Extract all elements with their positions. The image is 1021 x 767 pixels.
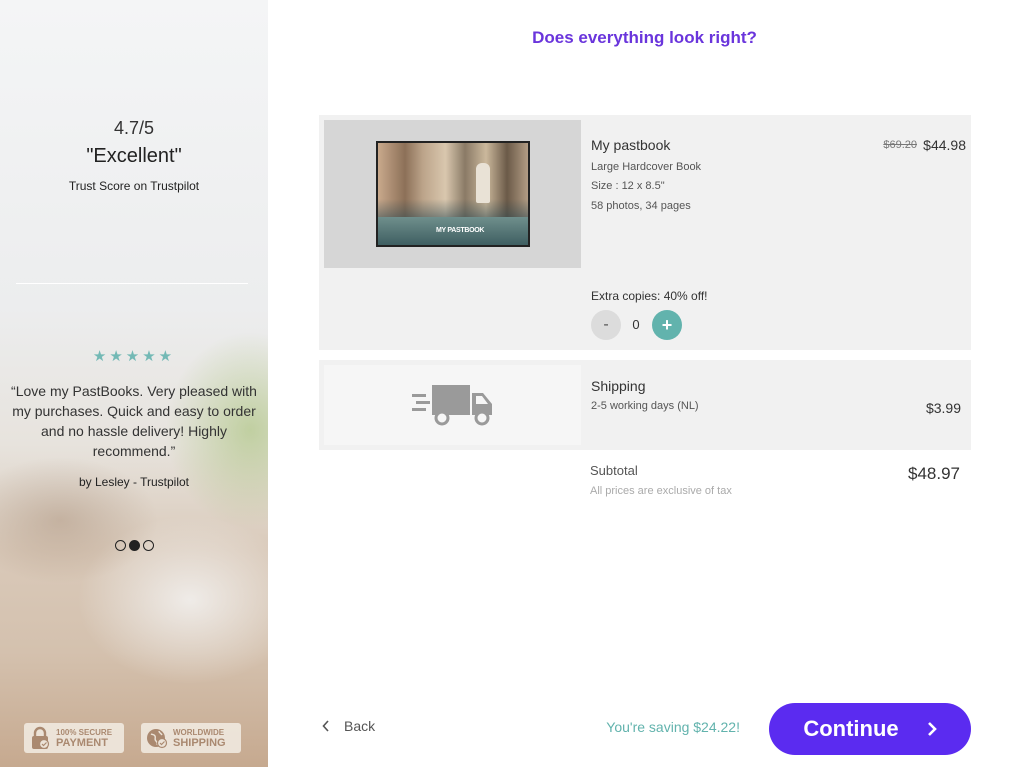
carousel-dot[interactable] (142, 540, 154, 551)
carousel-dot[interactable] (114, 540, 126, 551)
page-title: Does everything look right? (532, 28, 757, 47)
product-details: 58 photos, 34 pages (591, 200, 691, 212)
extra-copies-label: Extra copies: 40% off! (591, 289, 708, 303)
review-author: by Lesley - Trustpilot (78, 475, 190, 489)
product-name: My pastbook (591, 137, 671, 153)
secure-payment-badge: 100% SECURE PAYMENT (24, 723, 124, 753)
trust-score-label: Trust Score on Trustpilot (68, 179, 200, 193)
decrease-quantity-button[interactable]: - (591, 310, 621, 340)
chevron-right-icon (927, 722, 937, 736)
review-quote: “Love my PastBooks. Very pleased with my… (11, 383, 257, 459)
rating-word: "Excellent" (86, 145, 182, 167)
worldwide-shipping-badge: WORLDWIDE SHIPPING (141, 723, 241, 753)
review-carousel-dots (0, 540, 268, 551)
shipping-title: Shipping (591, 378, 646, 394)
continue-button[interactable]: Continue (769, 703, 971, 755)
product-old-price: $69.20 (883, 139, 917, 151)
rating-score: 4.7/5 (113, 118, 155, 138)
sidebar-divider (16, 283, 248, 284)
globe-icon (147, 729, 168, 749)
product-size: Size : 12 x 8.5" (591, 180, 665, 192)
savings-text: You're saving $24.22! (606, 719, 740, 735)
shipping-badge-big: SHIPPING (173, 737, 226, 749)
product-card: MY PASTBOOK My pastbook Large Hardcover … (319, 115, 971, 350)
secure-badge-big: PAYMENT (56, 737, 108, 749)
shipping-price: $3.99 (925, 400, 961, 416)
back-label: Back (344, 718, 376, 734)
product-price: $44.98 (923, 137, 966, 153)
continue-label: Continue (803, 716, 899, 741)
review-stars: ★★★★★ (92, 348, 176, 365)
shipping-card: Shipping 2-5 working days (NL) $3.99 (319, 360, 971, 450)
subtotal-value: $48.97 (908, 464, 960, 483)
carousel-dot-active[interactable] (128, 540, 140, 551)
truck-icon (411, 385, 492, 426)
product-thumbnail: MY PASTBOOK (324, 120, 581, 268)
shipping-thumbnail (324, 365, 581, 445)
subtotal-label: Subtotal (590, 463, 638, 478)
back-button[interactable]: Back (322, 718, 375, 734)
tax-note: All prices are exclusive of tax (590, 485, 732, 497)
lock-icon (32, 726, 50, 750)
quantity-value: 0 (632, 317, 640, 332)
chevron-left-icon (322, 720, 329, 732)
product-type: Large Hardcover Book (591, 161, 702, 173)
trustpilot-sidebar: 4.7/5 "Excellent" Trust Score on Trustpi… (0, 0, 268, 767)
shipping-subtitle: 2-5 working days (NL) (591, 400, 699, 412)
book-cover-image: MY PASTBOOK (376, 141, 530, 247)
book-cover-title: MY PASTBOOK (436, 227, 485, 234)
increase-quantity-button[interactable]: + (652, 310, 682, 340)
